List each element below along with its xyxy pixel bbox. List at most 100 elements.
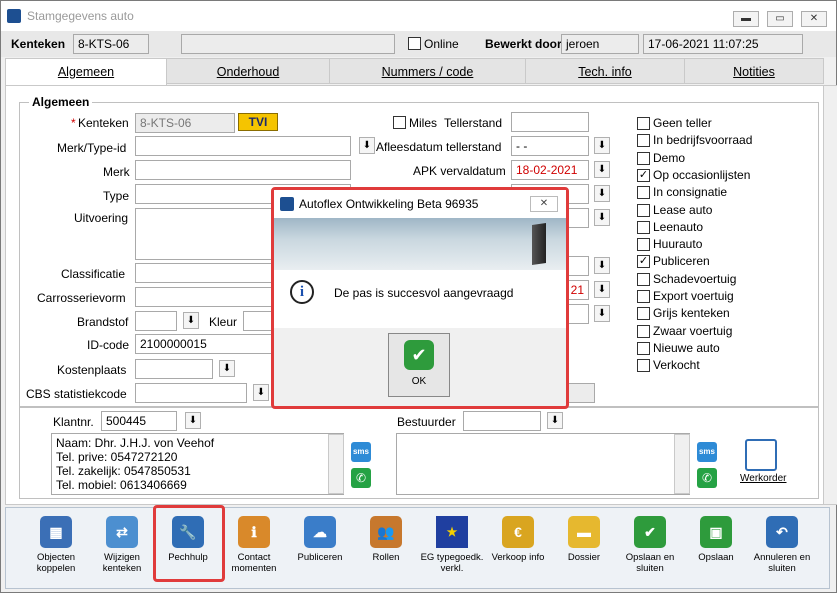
flag-checkbox[interactable] <box>637 324 650 338</box>
flag-checkbox[interactable] <box>637 117 650 130</box>
apk-vervaldatum-field[interactable]: 18-02-2021 <box>511 160 589 180</box>
whatsapp-icon[interactable]: ✆ <box>697 468 717 488</box>
toolbar-button-label: EG typegoedk. verkl. <box>420 552 484 574</box>
afleesdatum-dropdown-icon[interactable]: ⬇ <box>594 137 610 154</box>
dialog-close-button[interactable]: ✕ <box>530 196 558 212</box>
flag-checkbox[interactable] <box>637 359 650 373</box>
sms-icon[interactable]: sms <box>351 442 371 462</box>
toolbar-button[interactable]: ▦ Objecten koppelen <box>24 516 88 574</box>
miles-checkbox[interactable] <box>393 116 406 129</box>
sms-icon[interactable]: sms <box>697 442 717 462</box>
whatsapp-icon[interactable]: ✆ <box>351 468 371 488</box>
brandstof-dropdown-icon[interactable]: ⬇ <box>183 312 199 329</box>
maximize-button[interactable]: ▭ <box>767 11 793 27</box>
id-code-label: ID-code <box>87 338 130 352</box>
bestuurder-field[interactable] <box>463 411 541 431</box>
flag-checkbox[interactable] <box>637 203 650 217</box>
toolbar-button-label: Contact momenten <box>231 552 277 574</box>
kleur-label: Kleur <box>209 315 238 329</box>
tvi-button[interactable]: TVI <box>238 113 278 131</box>
tab-nummers-code[interactable]: Nummers / code <box>329 58 526 84</box>
header-kenteken-label: Kenteken <box>11 37 66 51</box>
close-button[interactable]: ✕ <box>801 11 827 27</box>
tab-algemeen[interactable]: Algemeen <box>5 58 167 86</box>
flag-checkbox[interactable] <box>637 220 650 234</box>
toolbar-button[interactable]: ⇄ Wijzigen kenteken <box>90 516 154 574</box>
ok-button[interactable]: ✔ OK <box>388 333 450 397</box>
middle-dropdown-5-icon[interactable]: ⬇ <box>594 209 610 226</box>
flag-checkbox[interactable]: ✓ <box>637 255 650 269</box>
door-icon <box>532 223 546 265</box>
klant-scrollbar[interactable] <box>328 434 344 494</box>
cbs-dropdown-icon[interactable]: ⬇ <box>253 384 269 401</box>
flag-label: Publiceren <box>653 254 710 269</box>
tellerstand-field[interactable] <box>511 112 589 132</box>
toolbar-button[interactable]: ☁ Publiceren <box>288 516 352 563</box>
toolbar-button[interactable]: ▣ Opslaan <box>684 516 748 563</box>
main-scrollbar[interactable] <box>822 85 837 505</box>
toolbar-button-label: Publiceren <box>297 552 343 563</box>
middle-dropdown-6-icon[interactable]: ⬇ <box>594 257 610 274</box>
tab-tech-info[interactable]: Tech. info <box>525 58 685 84</box>
merk-field[interactable] <box>135 160 351 180</box>
apk-dropdown-icon[interactable]: ⬇ <box>594 161 610 178</box>
online-checkbox[interactable] <box>408 37 421 50</box>
toolbar-button[interactable]: ℹ Contact momenten <box>222 516 286 574</box>
cbs-statistiekcode-field[interactable] <box>135 383 247 403</box>
algemeen-group-title: Algemeen <box>29 95 93 109</box>
tab-onderhoud[interactable]: Onderhoud <box>166 58 330 84</box>
flag-checkbox[interactable] <box>637 238 650 252</box>
kostenplaats-dropdown-icon[interactable]: ⬇ <box>219 360 235 377</box>
werkorder-icon[interactable] <box>745 439 777 471</box>
flag-label: Huurauto <box>653 237 703 252</box>
online-label: Online <box>424 37 459 51</box>
flag-label: Op occasionlijsten <box>653 167 751 182</box>
toolbar-button[interactable]: ★ EG typegoedk. verkl. <box>420 516 484 574</box>
afleesdatum-field[interactable]: - - <box>511 136 589 156</box>
flag-checkbox[interactable] <box>637 341 650 355</box>
flag-checkbox[interactable] <box>637 151 650 165</box>
toolbar-button[interactable]: 👥 Rollen <box>354 516 418 563</box>
toolbar-button[interactable]: € Verkoop info <box>486 516 550 563</box>
toolbar-button[interactable]: ↶ Annuleren en sluiten <box>750 516 814 574</box>
flag-checkbox[interactable]: ✓ <box>637 168 650 182</box>
bestuurder-dropdown-icon[interactable]: ⬇ <box>547 412 563 429</box>
check-icon: ✔ <box>634 516 666 548</box>
datetime-field[interactable]: 17-06-2021 11:07:25 <box>643 34 803 54</box>
klant-line: Tel. mobiel: 0613406669 <box>56 478 187 492</box>
merk-type-id-field[interactable] <box>135 136 351 156</box>
werkorder-label[interactable]: Werkorder <box>740 473 787 484</box>
toolbar-button[interactable]: ▬ Dossier <box>552 516 616 563</box>
flag-label: In bedrijfsvoorraad <box>653 133 753 148</box>
header-kenteken-field[interactable]: 8-KTS-06 <box>73 34 149 54</box>
flag-checkbox[interactable] <box>637 134 650 148</box>
brandstof-label: Brandstof <box>77 315 129 329</box>
toolbar-button[interactable]: ✔ Opslaan en sluiten <box>618 516 682 574</box>
flag-checkbox[interactable] <box>637 290 650 303</box>
middle-dropdown-7-icon[interactable]: ⬇ <box>594 281 610 298</box>
bestuurder-scrollbar[interactable] <box>674 434 690 494</box>
kostenplaats-field[interactable] <box>135 359 213 379</box>
flag-checkbox[interactable] <box>637 186 650 200</box>
flag-label: Schadevoertuig <box>653 271 737 286</box>
header-blank-field[interactable] <box>181 34 395 54</box>
minimize-button[interactable]: ▬ <box>733 11 759 27</box>
klantnr-field[interactable]: 500445 <box>101 411 177 431</box>
toolbar-button-label: Wijzigen kenteken <box>102 552 142 574</box>
change-plate-icon: ⇄ <box>106 516 138 548</box>
middle-dropdown-4-icon[interactable]: ⬇ <box>594 185 610 202</box>
bewerkt-door-field[interactable]: jeroen <box>561 34 639 54</box>
contact-icon: ℹ <box>238 516 270 548</box>
flag-checkbox[interactable] <box>637 307 650 321</box>
toolbar-button-label: Opslaan <box>698 552 734 563</box>
merk-type-id-dropdown-icon[interactable]: ⬇ <box>359 137 375 154</box>
flag-checkbox[interactable] <box>637 272 650 286</box>
tab-notities[interactable]: Notities <box>684 58 824 84</box>
folder-icon: ▬ <box>568 516 600 548</box>
middle-dropdown-8-icon[interactable]: ⬇ <box>594 305 610 322</box>
klantnr-dropdown-icon[interactable]: ⬇ <box>185 412 201 429</box>
brandstof-field[interactable] <box>135 311 177 331</box>
undo-icon: ↶ <box>766 516 798 548</box>
kostenplaats-label: Kostenplaats <box>57 363 127 377</box>
kenteken-field[interactable]: 8-KTS-06 <box>135 113 235 133</box>
